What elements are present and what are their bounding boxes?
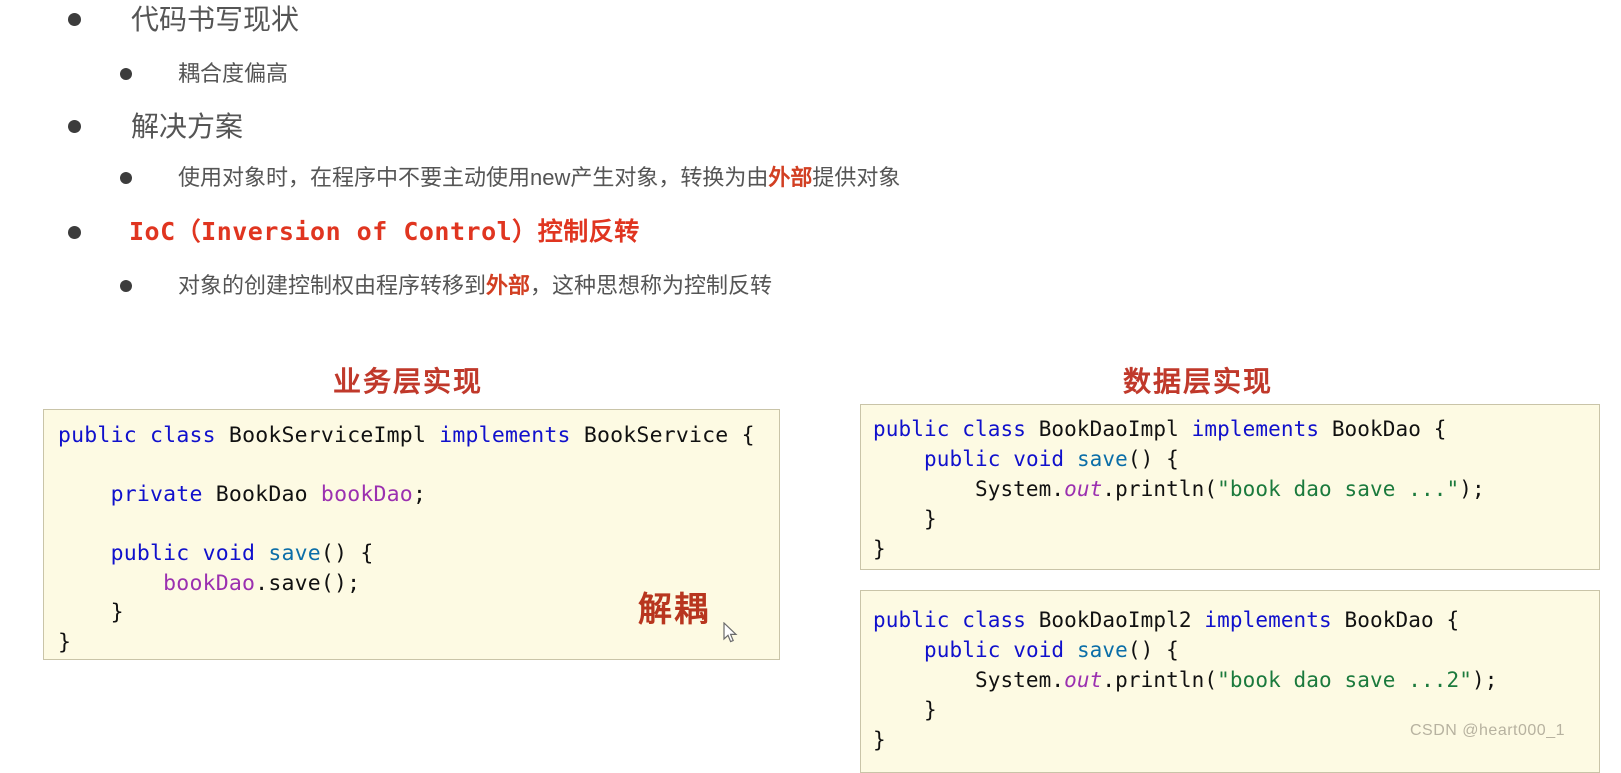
code-classname: BookDaoImpl [1038, 417, 1179, 441]
code-interface: BookService [583, 423, 729, 448]
outline-item-label: 代码书写现状 [131, 4, 300, 35]
code-brace: { [1433, 417, 1447, 441]
code-punct: () { [1127, 638, 1179, 662]
code-keyword: public [58, 423, 137, 448]
code-brace: } [873, 537, 886, 561]
code-brace: } [873, 728, 886, 752]
code-keyword: implements [1191, 417, 1320, 441]
code-punct: ); [1471, 668, 1498, 692]
list-item-ioc: IoC（Inversion of Control）控制反转 [68, 217, 640, 247]
code-interface: BookDao [1331, 417, 1422, 441]
code-brace: } [110, 600, 124, 625]
code-brace: } [923, 698, 937, 722]
ioc-cjk-text: 控制反转 [537, 218, 640, 246]
dao-impl1-code-block: public class BookDaoImpl implements Book… [860, 404, 1600, 570]
code-keyword: void [1013, 447, 1065, 471]
code-string: "book dao save ..." [1217, 477, 1460, 501]
bullet-dot-icon [120, 280, 132, 292]
list-item: 使用对象时，在程序中不要主动使用new产生对象，转换为由外部提供对象 [120, 164, 900, 192]
outline-highlight: 外部 [768, 165, 813, 190]
code-brace: { [741, 423, 755, 448]
code-field-ref: bookDao [163, 570, 256, 596]
dao-impl2-code-block: public class BookDaoImpl2 implements Boo… [860, 590, 1600, 773]
code-method: save [1076, 638, 1128, 662]
code-string: "book dao save ...2" [1217, 668, 1472, 692]
code-keyword: void [202, 541, 256, 566]
code-interface: BookDao [1344, 608, 1434, 632]
code-keyword: public [873, 417, 950, 441]
code-punct: () { [1127, 447, 1179, 471]
code-method: save [1076, 447, 1128, 471]
code-classname: BookServiceImpl [228, 423, 427, 448]
code-field: bookDao [320, 482, 413, 507]
code-method: save [268, 541, 321, 566]
csdn-watermark: CSDN @heart000_1 [1410, 722, 1565, 739]
decouple-annotation: 解耦 [638, 591, 710, 629]
code-keyword: implements [439, 423, 571, 448]
outline-item-label: 使用对象时，在程序中不要主动使用new产生对象，转换为由外部提供对象 [178, 164, 900, 192]
code-keyword: class [962, 608, 1026, 632]
code-keyword: public [923, 638, 1001, 662]
code-system: System. [974, 668, 1065, 692]
code-brace: { [1446, 608, 1460, 632]
outline-text-segment: 提供对象 [812, 165, 901, 190]
code-out-field: out [1064, 477, 1103, 501]
code-type: BookDao [215, 482, 308, 507]
code-system: System. [974, 477, 1065, 501]
code-brace: } [58, 629, 72, 655]
outline-highlight: 外部 [486, 273, 531, 298]
outline-item-label: 对象的创建控制权由程序转移到外部，这种思想称为控制反转 [178, 272, 772, 300]
outline-item-label: 耦合度偏高 [178, 61, 289, 86]
code-keyword: implements [1204, 608, 1332, 632]
outline-item-label: 解决方案 [131, 111, 244, 142]
bullet-dot-icon [68, 13, 81, 26]
code-keyword: private [110, 482, 203, 507]
code-out-field: out [1064, 668, 1103, 692]
code-keyword: class [150, 423, 216, 448]
code-println: .println( [1102, 477, 1218, 501]
service-code-block: public class BookServiceImpl implements … [43, 409, 780, 660]
code-brace: } [923, 507, 937, 531]
outline-text-segment: ，这种思想称为控制反转 [530, 273, 773, 298]
bullet-dot-icon [68, 120, 81, 133]
bullet-dot-icon [68, 226, 81, 239]
code-call: .save(); [255, 570, 361, 596]
code-keyword: public [923, 447, 1001, 471]
code-punct: ; [412, 482, 427, 507]
dao-impl1-code-text: public class BookDaoImpl implements Book… [861, 405, 1599, 564]
ioc-mono-text: IoC（Inversion of Control） [129, 217, 538, 246]
list-item: 耦合度偏高 [120, 60, 288, 88]
ioc-heading: IoC（Inversion of Control）控制反转 [129, 217, 640, 247]
outline-text-segment: 使用对象时，在程序中不要主动使用new产生对象，转换为由 [178, 165, 769, 190]
data-layer-title: 数据层实现 [1123, 366, 1274, 397]
bullet-dot-icon [120, 172, 132, 184]
service-layer-title: 业务层实现 [333, 366, 484, 397]
code-keyword: class [962, 417, 1026, 441]
outline-text-segment: 对象的创建控制权由程序转移到 [178, 273, 487, 298]
code-println: .println( [1102, 668, 1218, 692]
mouse-cursor-icon [723, 621, 739, 649]
code-punct: ); [1459, 477, 1485, 501]
list-item: 解决方案 [68, 111, 243, 143]
code-keyword: public [110, 541, 190, 566]
code-keyword: void [1013, 638, 1065, 662]
code-classname: BookDaoImpl2 [1038, 608, 1192, 632]
list-item: 代码书写现状 [68, 4, 299, 36]
code-keyword: public [873, 608, 950, 632]
list-item: 对象的创建控制权由程序转移到外部，这种思想称为控制反转 [120, 272, 772, 300]
code-punct: () { [320, 541, 374, 566]
bullet-dot-icon [120, 68, 132, 80]
